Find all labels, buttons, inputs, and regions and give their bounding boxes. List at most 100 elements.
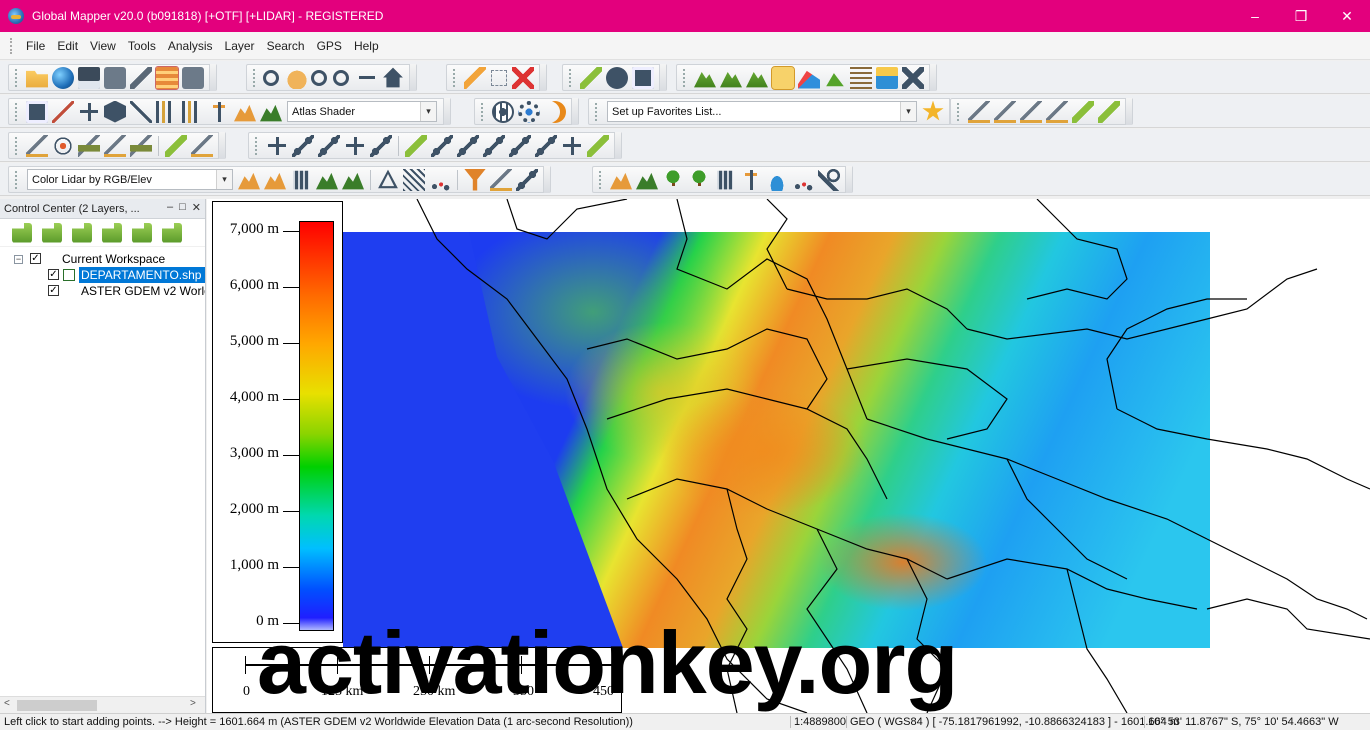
minimize-button[interactable]: – (1232, 0, 1278, 32)
lidar-color-select[interactable]: Color Lidar by RGB/Elev ▾ (27, 169, 233, 190)
contour-icon[interactable] (850, 66, 872, 89)
vertex-edit-icon[interactable] (26, 134, 48, 157)
draw-path-icon[interactable] (1098, 100, 1120, 123)
collapse-icon[interactable]: − (14, 255, 23, 264)
draw-line-icon[interactable] (1072, 100, 1094, 123)
zoom-out-icon[interactable] (333, 69, 349, 86)
fly-icon[interactable] (52, 100, 74, 123)
shading-icon[interactable] (260, 104, 282, 122)
watershed-icon[interactable] (798, 70, 820, 89)
layer-metadata-icon[interactable] (102, 222, 122, 243)
classify-building-icon[interactable] (717, 170, 733, 190)
separate-icon[interactable] (509, 134, 531, 157)
classify-noise-icon[interactable] (792, 168, 814, 191)
lidar-buildings-icon[interactable] (293, 170, 309, 190)
layer-checkbox[interactable]: ✓ (48, 285, 59, 296)
chevron-down-icon[interactable]: ▾ (216, 170, 232, 189)
chevron-down-icon[interactable]: ▾ (420, 102, 436, 121)
layer-item[interactable]: ✓ ASTER GDEM v2 Worldv (0, 283, 205, 299)
noise-icon[interactable] (403, 168, 425, 191)
lidar-thin-icon[interactable] (516, 168, 538, 191)
layer-options-icon[interactable] (42, 222, 62, 243)
measure-line-icon[interactable] (587, 134, 609, 157)
classify-low-veg-icon[interactable] (636, 172, 658, 190)
favorite-star-icon[interactable] (922, 100, 944, 121)
view-shed-icon[interactable] (720, 72, 742, 88)
configure-icon[interactable] (130, 66, 152, 89)
layer-item[interactable]: ✓ DEPARTAMENTO.shp [ (0, 267, 205, 283)
full-view-home-icon[interactable] (383, 67, 403, 88)
menu-analysis[interactable]: Analysis (162, 39, 219, 53)
snap-icon[interactable] (52, 134, 74, 157)
restore-button[interactable]: ❒ (1278, 0, 1324, 32)
measure-icon[interactable] (580, 66, 602, 89)
online-globe-icon[interactable] (492, 100, 514, 123)
buffer-icon[interactable] (431, 134, 453, 157)
download-online-data-icon[interactable] (52, 66, 74, 89)
classify-medium-veg-icon[interactable] (662, 168, 684, 191)
hillshade-icon[interactable] (156, 100, 178, 123)
create-rectangle-icon[interactable] (1046, 100, 1068, 123)
edit-feature-icon[interactable] (104, 134, 126, 157)
classify-ground-icon[interactable] (610, 172, 632, 190)
settings-gear-icon[interactable] (518, 100, 540, 123)
map-layout-icon[interactable] (182, 66, 204, 89)
reshape-icon[interactable] (130, 134, 152, 157)
lidar-filter-icon[interactable] (264, 172, 286, 190)
terrain-analysis-icon[interactable] (746, 72, 768, 88)
feature-info-icon[interactable] (606, 66, 628, 89)
menu-file[interactable]: File (20, 39, 51, 53)
create-area-icon[interactable] (994, 100, 1016, 123)
menu-edit[interactable]: Edit (51, 39, 84, 53)
menu-gps[interactable]: GPS (311, 39, 348, 53)
layout-icon[interactable] (26, 100, 48, 123)
close-analysis-icon[interactable] (902, 66, 924, 89)
map-view[interactable]: 7,000 m 6,000 m 5,000 m 4,000 m 3,000 m … (207, 199, 1370, 713)
lidar-edit-icon[interactable] (490, 168, 512, 191)
lidar-search-icon[interactable] (429, 168, 451, 191)
classify-key-icon[interactable] (818, 168, 840, 191)
scrollbar-thumb[interactable] (17, 700, 97, 711)
save-icon[interactable] (78, 66, 100, 89)
insert-vertex-icon[interactable] (370, 134, 392, 157)
create-line-icon[interactable] (968, 100, 990, 123)
classify-water-icon[interactable] (766, 168, 788, 191)
shader-select[interactable]: Atlas Shader ▾ (287, 101, 437, 122)
control-center-icon[interactable] (155, 65, 179, 90)
digitizer-pencil-icon[interactable] (464, 66, 486, 89)
select-area-icon[interactable] (491, 69, 507, 86)
menu-grip[interactable] (10, 37, 14, 54)
classify-tower-icon[interactable] (740, 168, 762, 191)
workspace-checkbox[interactable]: ✓ (30, 253, 41, 264)
volume-icon[interactable] (826, 73, 844, 87)
chevron-down-icon[interactable]: ▾ (900, 102, 916, 121)
classify-high-veg-icon[interactable] (688, 168, 710, 191)
rotate-icon[interactable] (292, 134, 314, 157)
panel-restore-button[interactable]: □ (179, 201, 186, 214)
scroll-right-icon[interactable]: > (190, 698, 196, 709)
open-folder-icon[interactable] (26, 70, 48, 88)
move-vertex-icon[interactable] (344, 134, 366, 157)
layer-zoom-icon[interactable] (12, 222, 32, 243)
zoom-tool-icon[interactable] (263, 69, 279, 86)
workspace-node[interactable]: − ✓ Current Workspace (0, 251, 205, 267)
panel-pin-button[interactable]: – (167, 201, 173, 214)
layer-zoom-extent-icon[interactable] (132, 222, 152, 243)
scroll-left-icon[interactable]: < (4, 698, 10, 709)
crop-icon[interactable] (561, 134, 583, 157)
3d-view-icon[interactable] (104, 100, 126, 123)
join-icon[interactable] (318, 134, 340, 157)
delete-icon[interactable] (512, 66, 534, 89)
layer-close-icon[interactable] (72, 222, 92, 243)
lidar-vegetation-icon[interactable] (316, 172, 338, 190)
move-icon[interactable] (266, 134, 288, 157)
horizontal-scrollbar[interactable]: < > (0, 696, 205, 713)
simplify-icon[interactable] (457, 134, 479, 157)
path-profile-icon[interactable] (694, 72, 716, 88)
grid-terrain-icon[interactable] (78, 134, 100, 157)
lidar-classify-ground-icon[interactable] (238, 172, 260, 190)
elevation-shader-icon[interactable] (771, 65, 795, 90)
offset-line-icon[interactable] (405, 134, 427, 157)
close-button[interactable]: ✕ (1324, 0, 1370, 32)
elevation-bars-icon[interactable] (182, 100, 204, 123)
